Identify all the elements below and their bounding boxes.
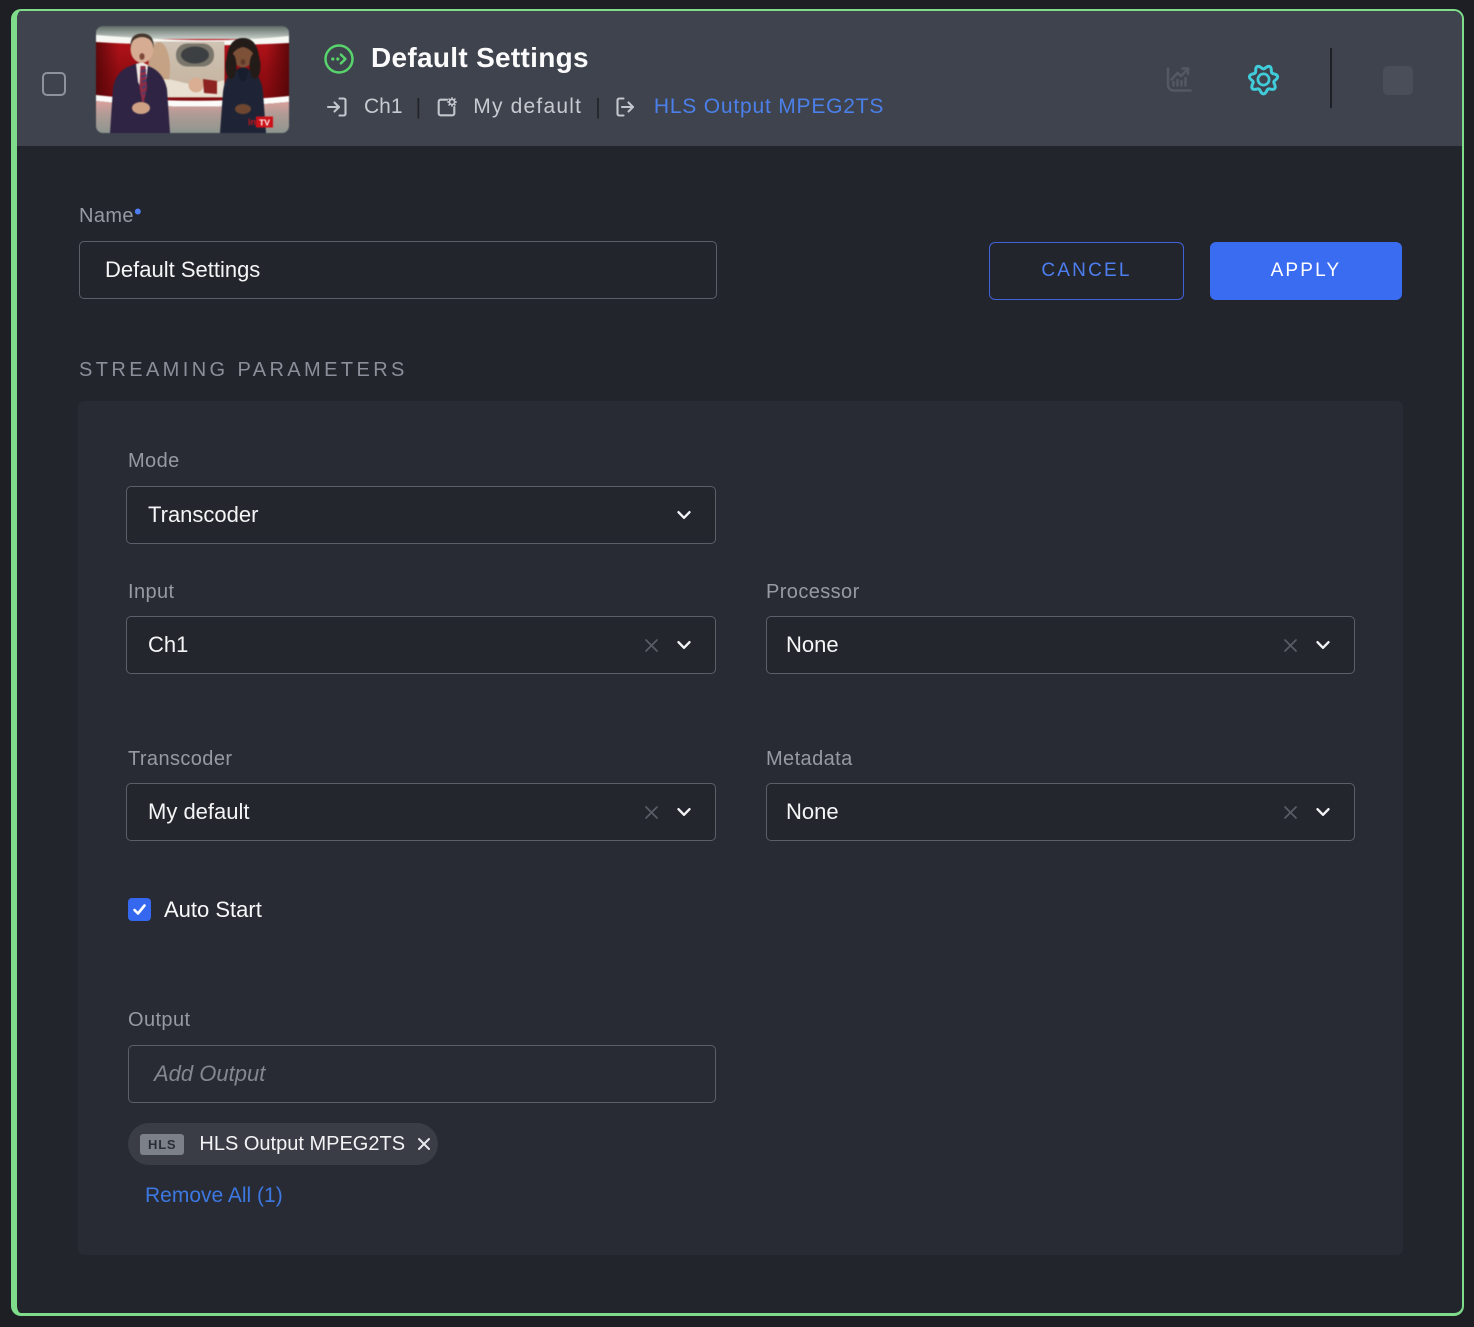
svg-text:in: in (248, 117, 256, 127)
svg-text:TV: TV (259, 118, 270, 128)
